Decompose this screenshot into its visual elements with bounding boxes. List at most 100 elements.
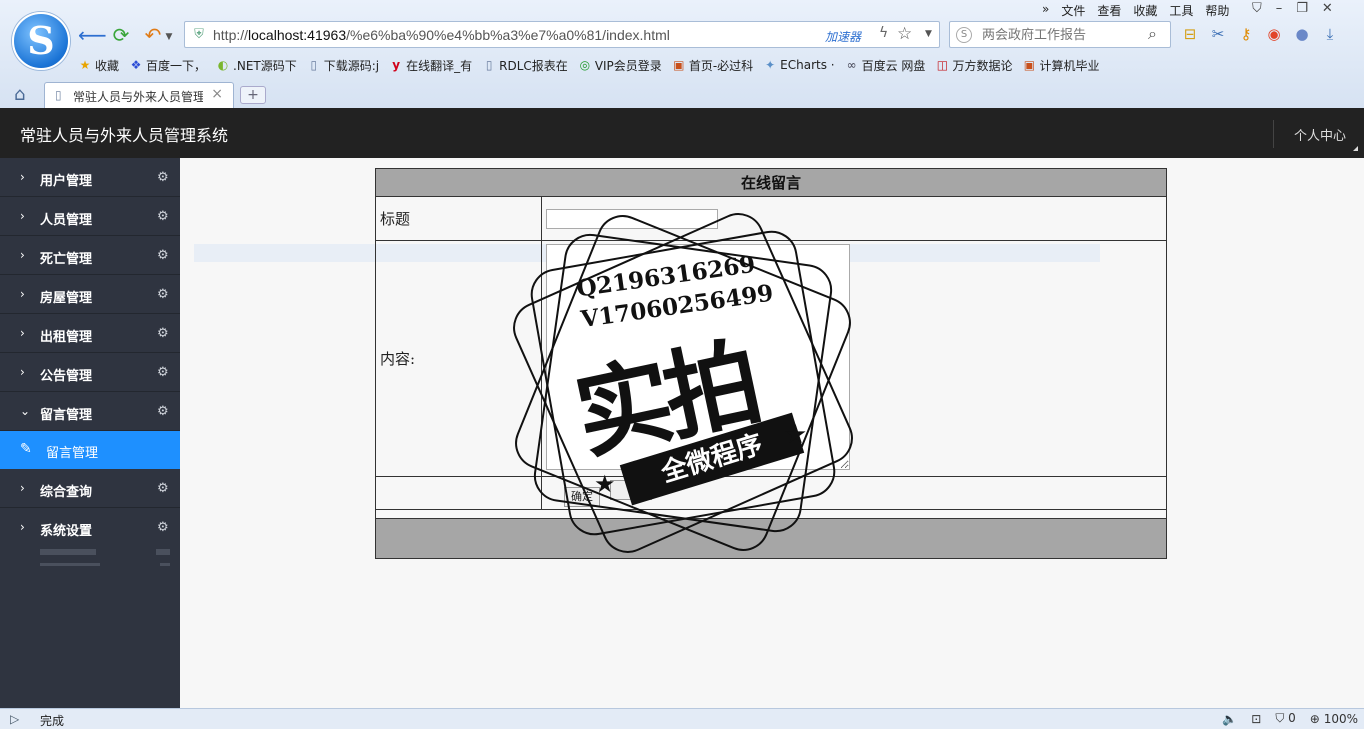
bookmark-item[interactable]: ▣ 首页-必过科 [672,56,753,74]
cloud-icon: ∞ [846,58,857,72]
bookmark-item[interactable]: ◫ 万方数据论 [935,56,1013,74]
bookmark-item[interactable]: ◎ VIP会员登录 [578,56,662,74]
shield-icon: ⛨ [194,27,204,42]
menu-file[interactable]: 文件 [1061,2,1085,18]
menu-help[interactable]: 帮助 [1205,2,1229,18]
search-engine-icon[interactable]: S [956,27,972,43]
chevron-right-icon: › [20,326,25,340]
tab-label: 常驻人员与外来人员管理 [73,90,203,104]
header-divider [1273,120,1274,148]
browser-menu: » 文件 查看 收藏 工具 帮助 [1042,2,1229,18]
gear-icon: ⚙ [157,209,169,224]
star-icon: ★ [79,58,91,72]
home-icon[interactable]: ⌂ [14,84,25,105]
back-arrow-icon[interactable]: ⟵ [78,24,107,46]
menu-view[interactable]: 查看 [1097,2,1121,18]
app-header: 常驻人员与外来人员管理系统 个人中心 [0,108,1364,158]
favorite-star-icon[interactable]: ☆ [897,24,912,44]
sidebar-subitem-messages[interactable]: ✎ 留言管理 [0,431,180,469]
key-icon[interactable]: ⚷ [1236,24,1256,44]
scissors-icon[interactable]: ✂ [1208,24,1228,44]
submit-button[interactable]: 确定 [564,486,600,507]
speaker-icon[interactable]: 🔈 [1222,712,1237,726]
bookmark-item[interactable]: ◐ .NET源码下 [216,56,297,74]
bookmarks-bar: ★ 收藏 ❖ 百度一下， ◐ .NET源码下 ▯ 下载源码:j y 在线翻译_有 ▯ RDL… [78,56,1100,74]
chevron-right-icon: › [20,170,25,184]
skin-icon[interactable]: ⛉ [1252,1,1262,16]
chevron-right-icon: › [20,287,25,301]
sidebar-item-notices[interactable]: › 公告管理 ⚙ [0,353,180,392]
toolbar-icons: ⊟ ✂ ⚷ ◉ ● ⤓ [1180,24,1340,46]
content-label: 内容: [375,240,542,477]
new-tab-button[interactable]: + [240,86,266,104]
menu-overflow-icon[interactable]: » [1042,2,1049,18]
sidebar-item-persons[interactable]: › 人员管理 ⚙ [0,197,180,236]
content-textarea[interactable] [546,244,850,470]
bookmark-item[interactable]: ∞ 百度云 网盘 [845,56,926,74]
search-box[interactable]: S ⌕ [949,21,1171,48]
address-url[interactable]: http://localhost:41963/%e6%ba%90%e4%bb%a… [213,27,670,43]
sidebar-item-rentals[interactable]: › 出租管理 ⚙ [0,314,180,353]
chevron-right-icon: › [20,248,25,262]
refresh-icon[interactable]: ⟳ [110,24,132,46]
bookmark-item[interactable]: ✦ ECharts · [763,56,834,74]
net-icon: ◐ [217,58,229,72]
address-bar[interactable]: ⛨ http://localhost:41963/%e6%ba%90%e4%bb… [184,21,940,48]
user-center-menu[interactable]: 个人中心 [1294,125,1359,151]
download-icon[interactable]: ⤓ [1320,24,1340,44]
reset-button[interactable] [610,479,652,500]
sidebar-ghost [0,547,180,571]
bookmark-item[interactable]: ❖ 百度一下， [129,56,206,74]
title-input[interactable] [546,208,718,229]
gear-icon: ⚙ [157,481,169,496]
play-icon[interactable]: ▷ [10,712,19,726]
form-heading: 在线留言 [375,168,1167,197]
pencil-icon: ✎ [20,441,32,457]
search-icon[interactable]: ⌕ [1148,24,1157,44]
zoom-control[interactable]: ⊕ 100% [1310,712,1358,726]
site-icon: ▣ [673,58,685,72]
wanfang-icon: ◫ [936,58,949,72]
restore-icon[interactable]: ❐ [1296,1,1308,16]
message-form: 在线留言 标题 内容: 确定 [375,168,1167,559]
main-content: 在线留言 标题 内容: 确定 [180,158,1364,708]
address-dropdown-icon[interactable]: ▼ [925,29,932,39]
chevron-right-icon: › [20,209,25,223]
sidebar-toggle-icon[interactable]: ⊟ [1180,24,1200,44]
menu-tools[interactable]: 工具 [1169,2,1193,18]
accelerator-link[interactable]: 加速器 [825,28,861,45]
gear-icon: ⚙ [157,404,169,419]
minimize-icon[interactable]: – [1276,1,1283,16]
lightning-icon[interactable]: ϟ [879,25,888,41]
chat-icon[interactable]: ● [1292,24,1312,44]
sidebar-item-houses[interactable]: › 房屋管理 ⚙ [0,275,180,314]
bookmark-item[interactable]: y 在线翻译_有 [389,56,472,74]
shield-icon: ⛉ [1275,711,1285,725]
bookmark-item[interactable]: ▯ RDLC报表在 [482,56,568,74]
close-tab-icon[interactable]: × [211,86,223,102]
close-window-icon[interactable]: ✕ [1322,1,1333,16]
bookmark-item[interactable]: ▣ 计算机毕业 [1022,56,1100,74]
sidebar-item-deaths[interactable]: › 死亡管理 ⚙ [0,236,180,275]
weibo-icon[interactable]: ◉ [1264,24,1284,44]
separator-row [375,509,1167,519]
sidebar-item-messages[interactable]: ⌄ 留言管理 ⚙ [0,392,180,431]
sidebar-item-users[interactable]: › 用户管理 ⚙ [0,158,180,197]
status-text: 完成 [40,714,65,728]
menu-favorites[interactable]: 收藏 [1133,2,1157,18]
adblock-counter[interactable]: ⛉ 0 [1275,711,1295,726]
toolbox-icon[interactable]: ⊡ [1251,712,1261,726]
undo-icon[interactable]: ↶ [142,24,164,46]
button-row-label [375,476,542,510]
undo-dropdown-icon[interactable]: ▼ [164,26,174,48]
sidebar-item-settings[interactable]: › 系统设置 ⚙ [0,508,180,547]
sidebar-item-query[interactable]: › 综合查询 ⚙ [0,469,180,508]
window-controls: ⛉ – ❐ ✕ [1252,1,1333,16]
gear-icon: ⚙ [157,170,169,185]
bookmark-item[interactable]: ▯ 下载源码:j [307,56,379,74]
page-icon: ▯ [310,58,318,72]
bookmark-item[interactable]: ★ 收藏 [78,56,119,74]
search-input[interactable] [982,25,1142,45]
browser-logo-icon [12,12,70,70]
tab-active[interactable]: ▯ 常驻人员与外来人员管理 × [44,82,234,108]
